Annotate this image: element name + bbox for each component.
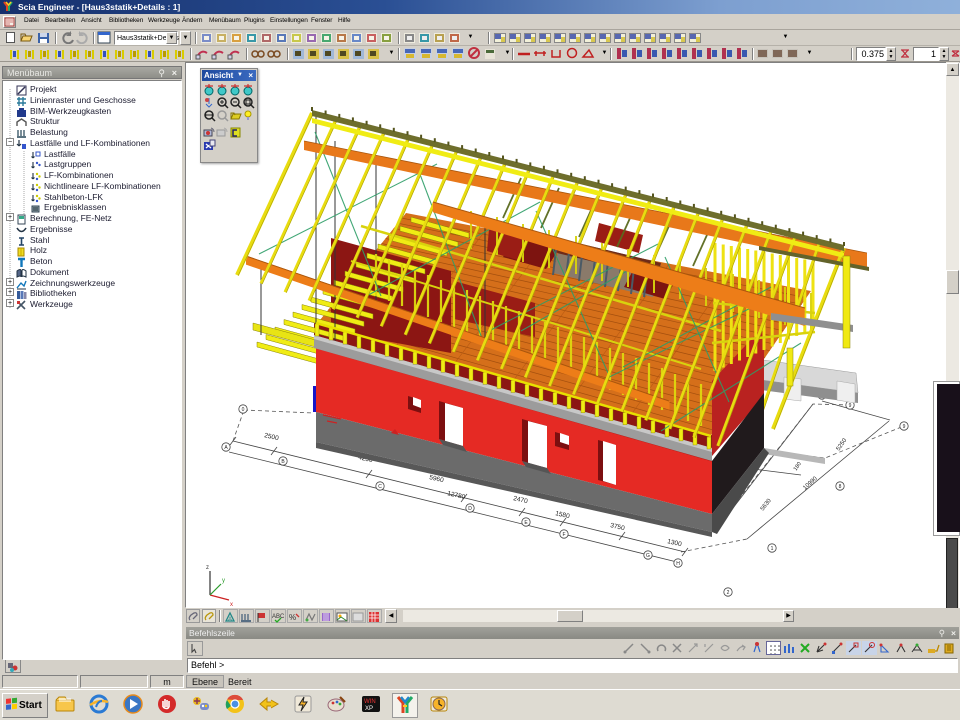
- svg-text:8: 8: [839, 484, 842, 490]
- svg-text:2470: 2470: [513, 495, 529, 505]
- svg-text:9: 9: [849, 403, 852, 409]
- svg-text:WIN: WIN: [364, 699, 376, 705]
- svg-text:5250: 5250: [836, 437, 849, 452]
- svg-text:1300: 1300: [667, 538, 683, 548]
- svg-text:D: D: [468, 506, 472, 512]
- svg-text:2: 2: [727, 590, 730, 596]
- svg-text:%: %: [289, 613, 296, 622]
- svg-text:ABC: ABC: [272, 614, 284, 620]
- svg-text:2500: 2500: [264, 432, 280, 442]
- svg-text:H: H: [676, 561, 680, 567]
- svg-text:C: C: [378, 484, 382, 490]
- svg-text:1: 1: [771, 546, 774, 552]
- svg-text:F: F: [562, 532, 565, 538]
- svg-text:XP: XP: [365, 706, 373, 712]
- svg-text:G: G: [646, 553, 650, 559]
- svg-text:A: A: [228, 617, 232, 623]
- svg-text:10990: 10990: [802, 475, 819, 491]
- svg-text:z: z: [206, 565, 209, 571]
- svg-text:y: y: [222, 578, 225, 584]
- svg-text:180: 180: [793, 461, 803, 472]
- svg-text:12780: 12780: [447, 490, 467, 501]
- svg-text:0: 0: [242, 407, 245, 413]
- svg-text:5630: 5630: [760, 497, 773, 512]
- svg-text:9: 9: [903, 424, 906, 430]
- svg-text:3750: 3750: [610, 522, 626, 532]
- svg-text:1580: 1580: [555, 510, 571, 520]
